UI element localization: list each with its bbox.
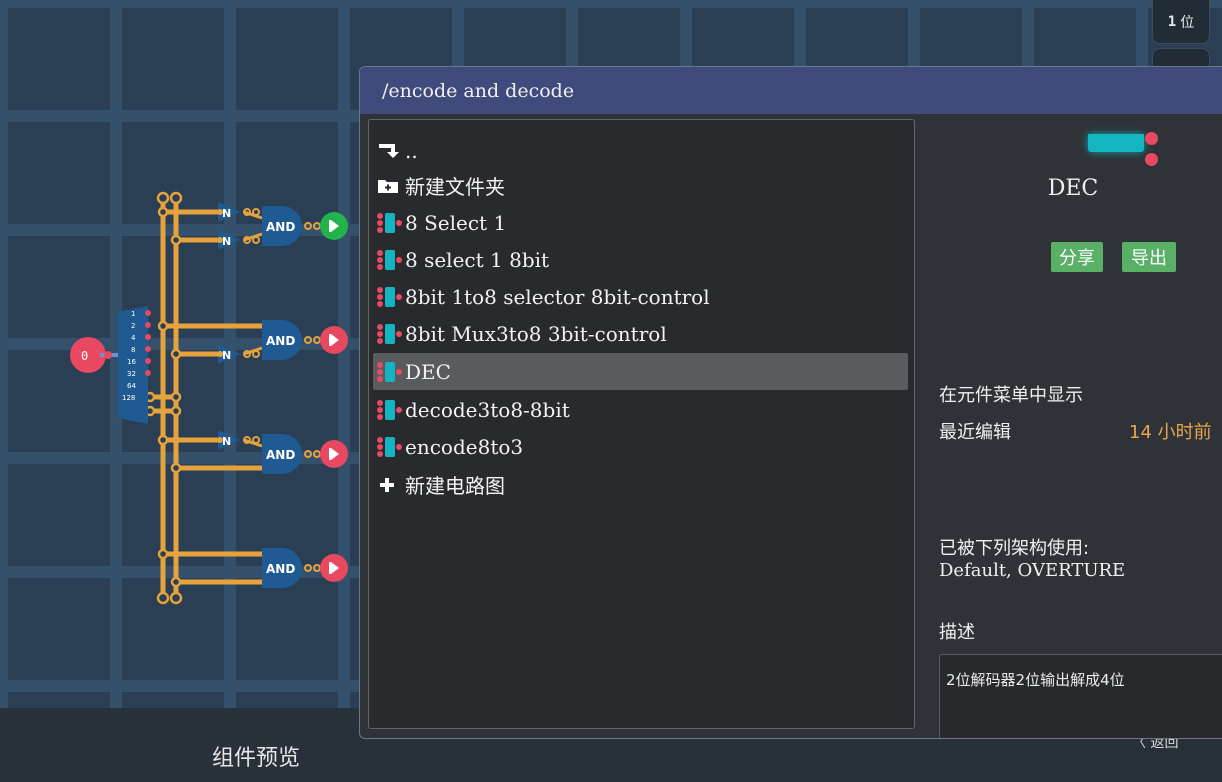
bit-width-selector[interactable]: 1 位 — [1152, 0, 1210, 44]
not-gate[interactable]: N — [217, 430, 240, 450]
new-folder-icon — [373, 167, 405, 204]
not-gate-label: N — [222, 207, 231, 220]
and-gate[interactable]: AND — [262, 320, 302, 360]
not-gate[interactable]: N — [217, 202, 240, 222]
used-by-list: Default, OVERTURE — [939, 560, 1126, 581]
output-pin[interactable] — [320, 440, 348, 468]
component-preview-label: 组件预览 — [212, 746, 301, 771]
component-preview-chip — [1088, 134, 1144, 152]
last-edited-label: 最近编辑 — [939, 422, 1011, 443]
splitter-label: 32 — [127, 370, 136, 378]
bit-width-unit: 位 — [1180, 14, 1195, 31]
file-item-component[interactable]: 8bit Mux3to8 3bit-control — [373, 315, 908, 352]
plus-icon — [373, 466, 405, 503]
component-icon — [373, 391, 405, 428]
file-item-label: encode8to3 — [405, 434, 524, 459]
not-gate-label: N — [222, 349, 231, 362]
splitter-label: 8 — [131, 346, 135, 354]
output-pin[interactable] — [320, 554, 348, 582]
and-gate-label: AND — [266, 334, 295, 348]
component-icon — [373, 278, 405, 315]
file-item-label: 8 Select 1 — [405, 210, 507, 235]
and-gate[interactable]: AND — [262, 434, 302, 474]
component-icon — [373, 241, 405, 278]
splitter-label: 1 — [131, 310, 135, 318]
component-icon — [373, 353, 405, 390]
file-item-label: 8bit Mux3to8 3bit-control — [405, 321, 667, 346]
file-item-new-circuit[interactable]: 新建电路图 — [373, 466, 908, 503]
byte-splitter[interactable]: 1 2 4 8 16 32 64 128 — [118, 306, 151, 424]
component-details-panel: DEC 分享 导出 在元件菜单中显示 最近编辑 14 小时前 已被下列架构使用:… — [920, 114, 1222, 738]
file-item-label: decode3to8-8bit — [405, 397, 570, 422]
show-in-menu-label[interactable]: 在元件菜单中显示 — [939, 381, 1083, 407]
splitter-label: 16 — [127, 358, 136, 366]
last-edited-value: 14 小时前 — [1129, 422, 1212, 443]
component-icon — [373, 204, 405, 241]
and-gate[interactable]: AND — [262, 206, 302, 246]
file-item-label: 8bit 1to8 selector 8bit-control — [405, 284, 710, 309]
up-folder-icon — [373, 132, 405, 169]
file-item-component[interactable]: decode3to8-8bit — [373, 391, 908, 428]
file-item-new-folder[interactable]: 新建文件夹 — [373, 167, 908, 204]
circuit-canvas[interactable]: 0 1 2 4 8 16 32 64 128 N N N N AND AND A… — [0, 0, 360, 720]
file-item-parent[interactable]: .. — [373, 132, 908, 169]
used-by-label: 已被下列架构使用: — [939, 538, 1090, 559]
file-item-label: .. — [405, 138, 418, 163]
input-value: 0 — [81, 349, 88, 363]
file-item-component[interactable]: 8 select 1 8bit — [373, 241, 908, 278]
not-gate[interactable]: N — [217, 344, 240, 364]
toolbar-button[interactable] — [1152, 48, 1210, 68]
file-item-component[interactable]: 8bit 1to8 selector 8bit-control — [373, 278, 908, 315]
file-item-label: 新建文件夹 — [405, 175, 505, 199]
file-item-label: 8 select 1 8bit — [405, 247, 550, 272]
not-gate[interactable]: N — [217, 230, 240, 250]
dialog-path-title: /encode and decode — [360, 67, 1222, 114]
file-item-component[interactable]: encode8to3 — [373, 428, 908, 465]
and-gate[interactable]: AND — [262, 548, 302, 588]
file-list[interactable]: .. 新建文件夹 8 Select 1 8 select 1 8bit 8bit… — [368, 119, 915, 729]
output-pin[interactable] — [320, 326, 348, 354]
description-textarea[interactable]: 2位解码器2位输出解成4位 — [939, 654, 1222, 738]
splitter-label: 64 — [127, 382, 136, 390]
file-item-component-selected[interactable]: DEC — [373, 353, 908, 390]
file-browser-dialog: /encode and decode .. 新建文件夹 8 Select 1 8… — [359, 66, 1222, 739]
share-button[interactable]: 分享 — [1051, 242, 1103, 272]
output-pin[interactable] — [320, 212, 348, 240]
splitter-label: 4 — [131, 334, 136, 342]
splitter-label: 128 — [122, 394, 135, 402]
component-name: DEC — [1047, 176, 1099, 201]
preview-pin-dot — [1145, 132, 1158, 145]
file-item-label: DEC — [405, 359, 451, 384]
and-gate-label: AND — [266, 220, 295, 234]
not-gate-label: N — [222, 435, 231, 448]
export-button[interactable]: 导出 — [1122, 242, 1176, 272]
description-label: 描述 — [939, 622, 975, 643]
and-gate-label: AND — [266, 562, 295, 576]
and-gate-label: AND — [266, 448, 295, 462]
component-icon — [373, 428, 405, 465]
component-icon — [373, 315, 405, 352]
input-pin[interactable]: 0 — [70, 337, 122, 373]
splitter-label: 2 — [131, 322, 135, 330]
not-gate-label: N — [222, 235, 231, 248]
bit-width-value: 1 — [1167, 13, 1177, 30]
preview-pin-dot — [1145, 153, 1158, 166]
file-item-component[interactable]: 8 Select 1 — [373, 204, 908, 241]
file-item-label: 新建电路图 — [405, 474, 505, 498]
